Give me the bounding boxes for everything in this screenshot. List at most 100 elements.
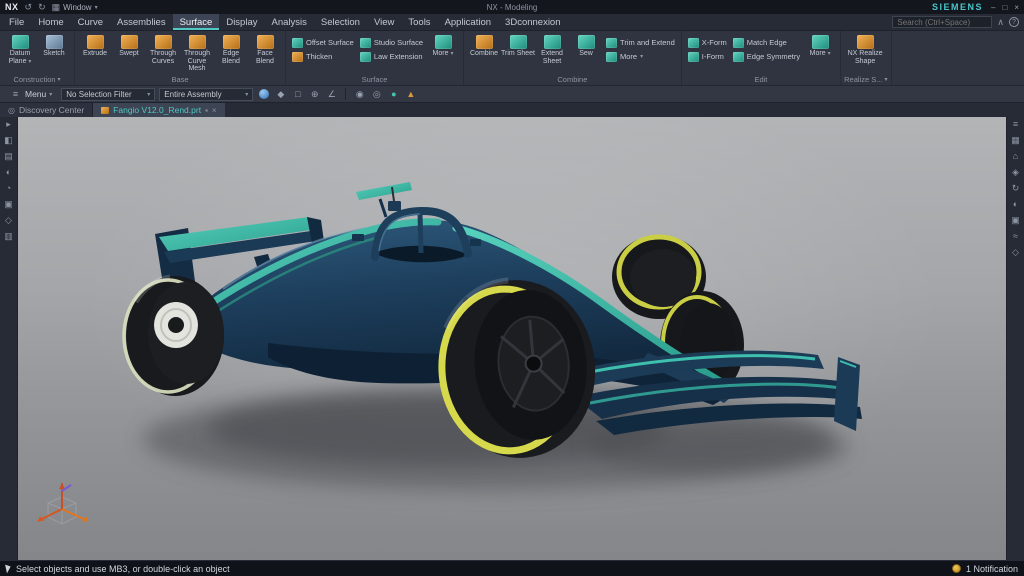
target-icon[interactable]: ◉ bbox=[353, 88, 366, 101]
diamond-outline-icon[interactable]: ◇ bbox=[1012, 248, 1019, 257]
redo-icon[interactable]: ↻ bbox=[38, 2, 46, 12]
expand-icon[interactable]: ▸ bbox=[6, 120, 11, 129]
triangle-icon[interactable]: ▲ bbox=[404, 88, 417, 101]
group-label-surface[interactable]: Surface bbox=[289, 74, 460, 85]
grid-icon[interactable]: ▦ bbox=[1011, 136, 1020, 145]
edge-symmetry-button[interactable]: Edge Symmetry bbox=[730, 50, 803, 63]
reuse-library-icon[interactable]: ◔ bbox=[6, 184, 11, 193]
menu-application[interactable]: Application bbox=[438, 14, 498, 30]
menu-file[interactable]: File bbox=[2, 14, 31, 30]
datum-plane-button[interactable]: Datum Plane ▾ bbox=[3, 33, 37, 66]
render-style-icon[interactable]: ◈ bbox=[1012, 168, 1019, 177]
combine-button[interactable]: Combine bbox=[467, 33, 501, 58]
sketch-button[interactable]: Sketch bbox=[37, 33, 71, 58]
part-navigator-icon[interactable]: ▤ bbox=[4, 152, 13, 161]
plus-icon[interactable]: ⊕ bbox=[308, 88, 321, 101]
menu-selection[interactable]: Selection bbox=[314, 14, 367, 30]
rotate-view-icon[interactable]: ↻ bbox=[1012, 184, 1020, 193]
search-input[interactable] bbox=[892, 16, 993, 28]
menu-curve[interactable]: Curve bbox=[71, 14, 110, 30]
waves-icon[interactable]: ≈ bbox=[1013, 232, 1018, 241]
contrast-icon[interactable]: ◐ bbox=[1013, 200, 1018, 209]
group-label-base[interactable]: Base bbox=[78, 74, 282, 85]
menu-button[interactable]: ≡ Menu ▾ bbox=[4, 87, 57, 102]
collapse-ribbon-icon[interactable]: ∧ bbox=[997, 17, 1004, 28]
match-edge-button[interactable]: Match Edge bbox=[730, 36, 803, 49]
circle-icon[interactable]: ◎ bbox=[370, 88, 383, 101]
help-icon[interactable]: ? bbox=[1009, 17, 1019, 27]
tab-close-icon[interactable]: × bbox=[212, 106, 217, 115]
sew-icon bbox=[577, 35, 595, 49]
menu-view[interactable]: View bbox=[367, 14, 401, 30]
tab-discovery-center[interactable]: ◎ Discovery Center bbox=[0, 103, 94, 117]
viewport[interactable] bbox=[18, 117, 1006, 560]
face-blend-button[interactable]: Face Blend bbox=[248, 33, 282, 65]
history-icon[interactable]: ◐ bbox=[6, 168, 11, 177]
offset-surface-icon bbox=[292, 37, 303, 48]
assembly-navigator-icon[interactable]: ◧ bbox=[4, 136, 13, 145]
chevron-down-icon: ▾ bbox=[884, 77, 888, 83]
extend-sheet-button[interactable]: Extend Sheet bbox=[535, 33, 569, 65]
swept-button[interactable]: Swept bbox=[112, 33, 146, 58]
group-label-edit[interactable]: Edit bbox=[685, 74, 837, 85]
selection-scope-dropdown[interactable]: Entire Assembly ▾ bbox=[159, 87, 254, 101]
more-icon bbox=[434, 35, 452, 49]
group-label-realize-shape[interactable]: Realize S... ▾ bbox=[844, 74, 887, 85]
right-toolbar: ≡ ▦ ⌂ ◈ ↻ ◐ ▣ ≈ ◇ bbox=[1006, 117, 1024, 560]
through-curve-mesh-button[interactable]: Through Curve Mesh bbox=[180, 33, 214, 73]
dot-icon[interactable]: ● bbox=[387, 88, 400, 101]
menu-surface[interactable]: Surface bbox=[172, 14, 220, 30]
trim-sheet-button[interactable]: Trim Sheet bbox=[501, 33, 535, 58]
combine-icon bbox=[475, 35, 493, 49]
window-menu[interactable]: ▦ Window ▾ bbox=[52, 2, 98, 12]
studio-surface-button[interactable]: Studio Surface bbox=[357, 36, 426, 49]
left-mirror bbox=[352, 234, 364, 241]
i-form-button[interactable]: I-Form bbox=[685, 50, 730, 63]
law-extension-button[interactable]: Law Extension bbox=[357, 50, 426, 63]
point-icon[interactable]: ◆ bbox=[274, 88, 287, 101]
tab-fangio-part[interactable]: Fangio V12.0_Rend.prt ▪ × bbox=[93, 103, 225, 117]
group-label-construction[interactable]: Construction ▾ bbox=[3, 74, 71, 85]
minimize-button[interactable]: – bbox=[991, 3, 995, 12]
menu-analysis[interactable]: Analysis bbox=[264, 14, 313, 30]
snapshot-icon[interactable]: ▣ bbox=[1011, 216, 1020, 225]
view-manager-icon[interactable]: ▣ bbox=[4, 200, 13, 209]
sew-button[interactable]: Sew bbox=[569, 33, 603, 58]
notification-area[interactable]: 1 Notification bbox=[951, 564, 1018, 574]
hamburger-icon[interactable]: ≡ bbox=[1013, 120, 1018, 129]
roles-icon[interactable]: ◇ bbox=[5, 216, 12, 225]
thicken-button[interactable]: Thicken bbox=[289, 50, 357, 63]
through-curves-button[interactable]: Through Curves bbox=[146, 33, 180, 65]
web-browser-icon[interactable]: ▥ bbox=[4, 232, 13, 241]
angle-icon[interactable]: ∠ bbox=[325, 88, 338, 101]
status-bar: Select objects and use MB3, or double-cl… bbox=[0, 560, 1024, 576]
edge-blend-button[interactable]: Edge Blend bbox=[214, 33, 248, 65]
x-form-button[interactable]: X-Form bbox=[685, 36, 730, 49]
menu-tools[interactable]: Tools bbox=[401, 14, 437, 30]
menu-3dconnexion[interactable]: 3Dconnexion bbox=[498, 14, 567, 30]
close-button[interactable]: × bbox=[1014, 3, 1019, 12]
trim-and-extend-button[interactable]: Trim and Extend bbox=[603, 36, 678, 49]
nx-realize-shape-button[interactable]: NX Realize Shape bbox=[844, 33, 886, 65]
menu-home[interactable]: Home bbox=[31, 14, 70, 30]
edit-more-button[interactable]: More ▾ bbox=[803, 33, 837, 59]
chevron-down-icon: ▾ bbox=[57, 77, 61, 83]
separator bbox=[345, 88, 347, 100]
menu-display[interactable]: Display bbox=[219, 14, 264, 30]
surface-more-button[interactable]: More ▾ bbox=[426, 33, 460, 59]
menu-assemblies[interactable]: Assemblies bbox=[110, 14, 173, 30]
extrude-button[interactable]: Extrude bbox=[78, 33, 112, 58]
home-icon[interactable]: ⌂ bbox=[1013, 152, 1018, 161]
part-icon bbox=[101, 106, 110, 114]
modified-icon: ▪ bbox=[205, 105, 208, 115]
offset-surface-button[interactable]: Offset Surface bbox=[289, 36, 357, 49]
combine-more-button[interactable]: More ▾ bbox=[603, 50, 678, 63]
wcs-triad[interactable] bbox=[37, 483, 89, 525]
sphere-icon[interactable] bbox=[257, 88, 270, 101]
undo-icon[interactable]: ↺ bbox=[25, 2, 33, 12]
plane-icon[interactable]: □ bbox=[291, 88, 304, 101]
rear-left-tire bbox=[122, 274, 224, 396]
maximize-button[interactable]: □ bbox=[1002, 3, 1007, 12]
group-label-combine[interactable]: Combine bbox=[467, 74, 678, 85]
selection-filter-dropdown[interactable]: No Selection Filter ▾ bbox=[61, 87, 156, 101]
